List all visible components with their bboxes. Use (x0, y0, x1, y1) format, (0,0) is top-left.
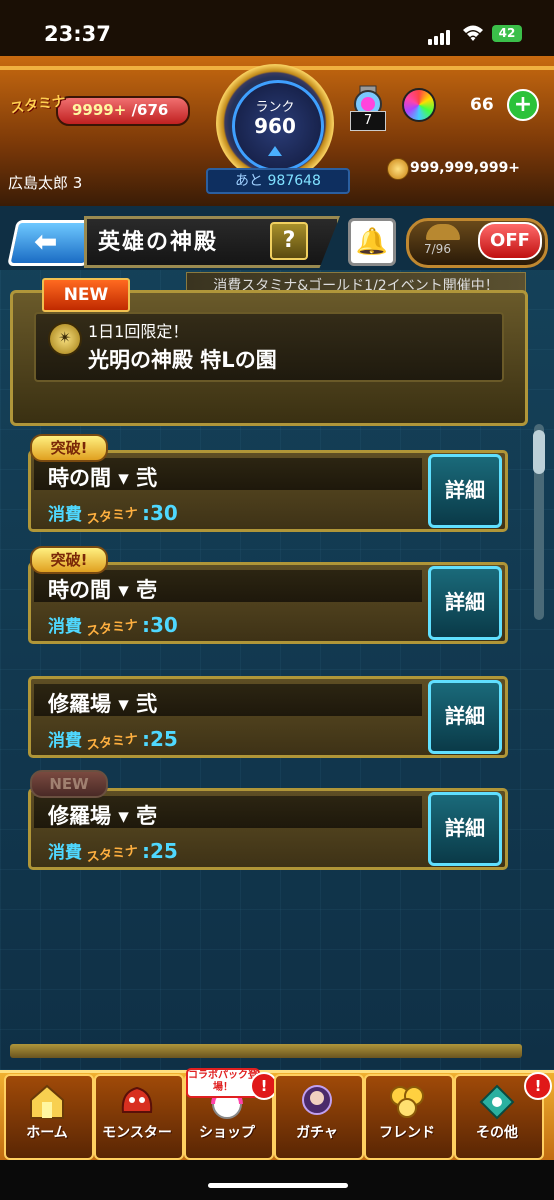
tab-other-label: その他 (476, 1125, 518, 1141)
battery-icon: 42 (492, 25, 522, 42)
break-badge: 突破! (30, 434, 108, 462)
special-quest-title: 光明の神殿 特Lの園 (88, 348, 277, 372)
tab-monster-label: モンスター (102, 1125, 172, 1141)
quest-name: 修羅場 ▾ 弐 (48, 692, 158, 716)
stamina-current: 9999+ (72, 101, 127, 119)
cost-label: 消費 (48, 731, 82, 751)
quest-cost: 消費 スタミナ:25 (48, 726, 178, 754)
quest-cost: 消費 スタミナ:25 (48, 838, 178, 866)
quest-name: 時の間 ▾ 弐 (48, 466, 158, 490)
gold-coin-icon (387, 158, 409, 180)
break-badge: 突破! (30, 546, 108, 574)
rank-label: ランク (255, 100, 295, 115)
detail-button[interactable]: 詳細 (428, 566, 502, 640)
helmet-icon (426, 224, 460, 240)
scrollbar-thumb[interactable] (533, 430, 545, 474)
add-orb-button[interactable]: + (507, 89, 539, 121)
exp-remaining: あと 987648 (206, 168, 350, 194)
tab-home-label: ホーム (26, 1125, 68, 1141)
signal-icon (428, 26, 452, 45)
rank-value: 960 (254, 114, 296, 138)
home-indicator-bar (0, 1160, 554, 1200)
back-arrow-icon: ⬅ (34, 225, 58, 258)
quest-name: 時の間 ▾ 壱 (48, 578, 158, 602)
bell-icon[interactable]: 🔔 (348, 218, 396, 266)
quest-cost: 消費 スタミナ:30 (48, 612, 178, 640)
stamina-value: 9999+ /676 (72, 101, 168, 119)
orb-icon (402, 88, 436, 122)
exp-remaining-label: あと (235, 173, 264, 189)
other-alert-badge: ! (524, 1072, 552, 1100)
stamina-max: /676 (131, 101, 169, 119)
page-title: 英雄の神殿 (98, 230, 219, 255)
user-name: 広島太郎 3 (8, 174, 83, 192)
stamina-icon: スタミナ (85, 505, 140, 528)
cost-value: :25 (142, 727, 178, 751)
cost-label: 消費 (48, 843, 82, 863)
home-indicator[interactable] (208, 1183, 348, 1188)
cost-label: 消費 (48, 505, 82, 525)
compass-icon: ✴ (48, 322, 82, 356)
cost-label: 消費 (48, 617, 82, 637)
exp-remaining-value: 987648 (267, 173, 321, 189)
detail-button[interactable]: 詳細 (428, 454, 502, 528)
cost-value: :30 (142, 501, 178, 525)
home-icon (30, 1084, 64, 1119)
wifi-icon (463, 25, 483, 41)
orb-count: 66 (470, 95, 494, 115)
special-quest-subtitle: 1日1回限定！ (88, 322, 189, 341)
gacha-icon (302, 1085, 332, 1115)
quest-cost: 消費 スタミナ:30 (48, 500, 178, 528)
stamina-icon: スタミナ (85, 731, 140, 754)
off-button[interactable]: OFF (478, 222, 542, 260)
tab-friend-label: フレンド (379, 1125, 435, 1141)
potion-count: 7 (350, 111, 386, 131)
quest-name: 修羅場 ▾ 壱 (48, 804, 158, 828)
gold-amount: 999,999,999+ (410, 160, 521, 176)
cost-value: :30 (142, 613, 178, 637)
detail-button[interactable]: 詳細 (428, 792, 502, 866)
help-button[interactable]: ? (270, 222, 308, 260)
friend-icon (390, 1086, 424, 1118)
collab-badge: コラボパック登場！ (186, 1068, 260, 1098)
toggle-count: 7/96 (424, 242, 451, 256)
rank-arrow-icon (268, 146, 282, 156)
monster-icon (121, 1086, 153, 1113)
new-badge: NEW (42, 278, 130, 312)
tab-gacha-label: ガチャ (296, 1125, 338, 1141)
status-time: 23:37 (44, 22, 111, 46)
cost-value: :25 (142, 839, 178, 863)
detail-button[interactable]: 詳細 (428, 680, 502, 754)
new-badge: NEW (30, 770, 108, 798)
stamina-icon: スタミナ (85, 617, 140, 640)
stamina-icon: スタミナ (85, 843, 140, 866)
list-bottom-frame (10, 1044, 522, 1058)
other-icon (479, 1084, 515, 1120)
tab-shop-label: ショップ (199, 1125, 255, 1141)
